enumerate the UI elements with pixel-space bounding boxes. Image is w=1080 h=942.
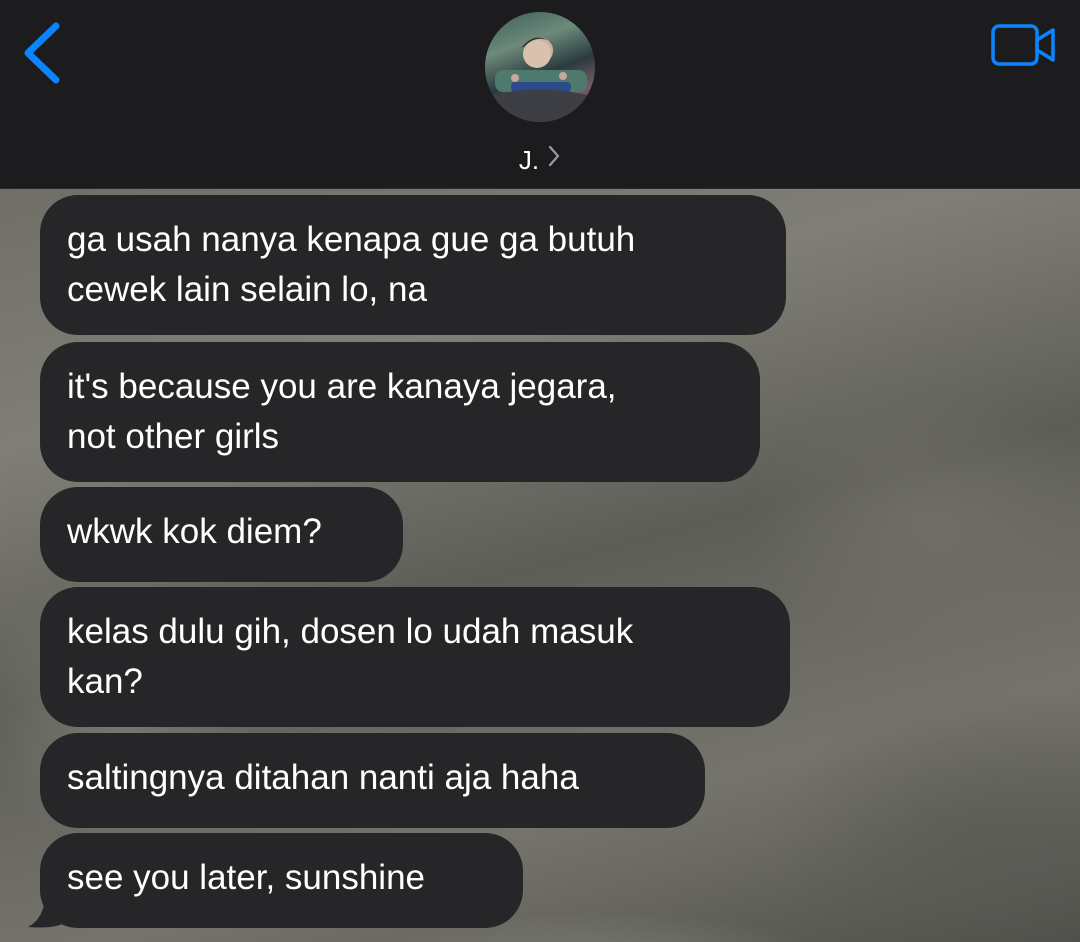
message-list[interactable]: ga usah nanya kenapa gue ga butuh cewek … bbox=[0, 189, 1080, 942]
chevron-left-icon bbox=[24, 22, 60, 84]
back-button[interactable] bbox=[14, 18, 74, 88]
message-bubble-incoming[interactable]: saltingnya ditahan nanti aja haha bbox=[40, 733, 705, 828]
avatar-photo bbox=[485, 37, 595, 122]
conversation-header: J. bbox=[0, 0, 1080, 189]
contact-name-button[interactable]: J. bbox=[0, 142, 1080, 178]
message-bubble-incoming[interactable]: ga usah nanya kenapa gue ga butuh cewek … bbox=[40, 195, 786, 335]
message-bubble-incoming[interactable]: wkwk kok diem? bbox=[40, 487, 403, 582]
video-camera-icon bbox=[991, 24, 1055, 66]
contact-name: J. bbox=[518, 145, 540, 175]
facetime-video-button[interactable] bbox=[988, 20, 1060, 70]
message-bubble-incoming[interactable]: see you later, sunshine bbox=[40, 833, 523, 928]
avatar[interactable] bbox=[485, 12, 595, 122]
bubble-tail bbox=[28, 893, 64, 928]
message-bubble-incoming[interactable]: kelas dulu gih, dosen lo udah masuk kan? bbox=[40, 587, 790, 727]
chevron-right-icon bbox=[547, 141, 561, 177]
message-bubble-incoming[interactable]: it's because you are kanaya jegara, not … bbox=[40, 342, 760, 482]
